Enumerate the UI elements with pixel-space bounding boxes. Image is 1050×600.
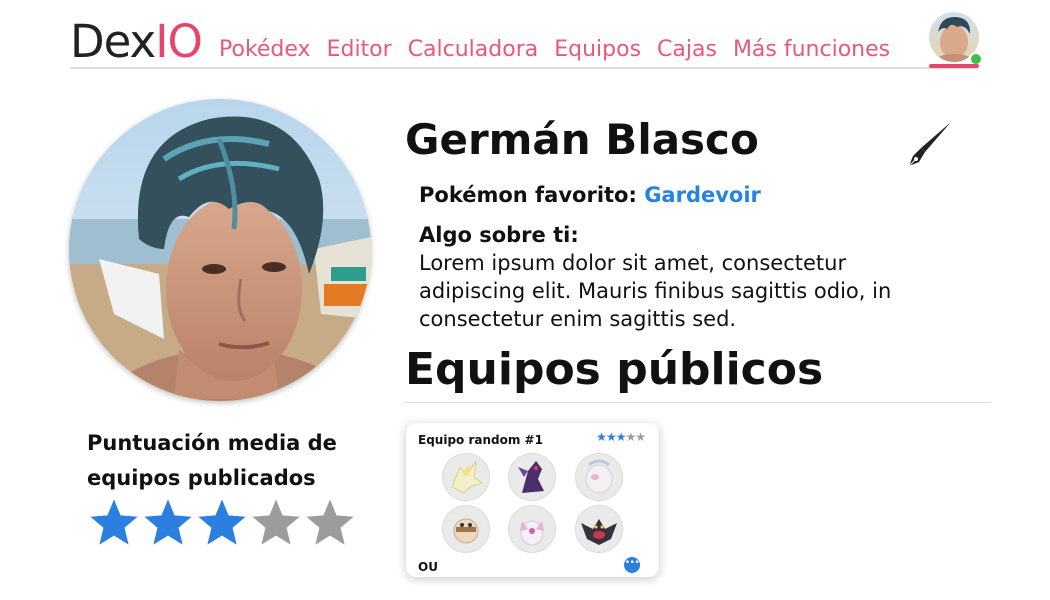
main-nav: Pokédex Editor Calculadora Equipos Cajas… — [219, 36, 906, 64]
team-pokemon-slot[interactable] — [575, 505, 623, 553]
team-card[interactable]: Equipo random #1 ★★★★★ OU ••• — [406, 423, 659, 577]
team-pokemon-slot[interactable] — [508, 453, 556, 501]
star-empty-icon: ★ — [635, 430, 646, 444]
dark-pokemon-icon — [581, 519, 617, 545]
electric-cat-icon — [451, 460, 484, 494]
purple-dragon-icon — [518, 461, 544, 493]
active-indicator — [929, 64, 979, 68]
pen-icon — [908, 122, 951, 167]
fighting-pokemon-icon — [453, 518, 479, 544]
star-filled-icon — [198, 499, 246, 545]
team-tier: OU — [418, 560, 438, 574]
teams-divider — [405, 402, 991, 403]
star-empty-icon — [306, 499, 354, 545]
rating-stars — [87, 496, 357, 550]
favorite-pokemon-link[interactable]: Gardevoir — [644, 183, 761, 207]
app-logo[interactable]: DexIO — [70, 14, 203, 70]
about-text: Lorem ipsum dolor sit amet, consectetur … — [419, 251, 892, 331]
team-pokemon-slot[interactable] — [442, 453, 490, 501]
team-pokemon-slot[interactable] — [575, 453, 623, 501]
nav-editor[interactable]: Editor — [327, 36, 392, 64]
star-filled-icon: ★ — [605, 430, 617, 444]
team-pokemon-slot[interactable] — [508, 505, 556, 553]
about-title: Algo sobre ti: — [419, 223, 579, 247]
team-rating: ★★★★★ — [596, 429, 646, 445]
favorite-pokemon: Pokémon favorito: Gardevoir — [419, 180, 761, 210]
nav-mas-funciones[interactable]: Más funciones — [733, 36, 890, 64]
star-filled-icon: ★ — [596, 430, 607, 444]
nav-cajas[interactable]: Cajas — [657, 36, 717, 64]
star-filled-icon — [90, 499, 138, 545]
team-options-button[interactable]: ••• — [624, 557, 640, 573]
star-filled-icon: ★ — [615, 430, 627, 444]
team-name: Equipo random #1 — [418, 433, 543, 447]
profile-photo-image — [69, 99, 371, 401]
profile-name: Germán Blasco — [405, 115, 759, 164]
star-empty-icon — [252, 499, 300, 545]
logo-io: IO — [155, 15, 203, 68]
team-pokemon-slot[interactable] — [442, 505, 490, 553]
nav-divider — [70, 67, 978, 69]
public-teams-title: Equipos públicos — [405, 344, 824, 395]
star-empty-icon: ★ — [625, 430, 636, 444]
nav-pokedex[interactable]: Pokédex — [219, 36, 311, 64]
profile-photo — [69, 99, 371, 401]
star-filled-icon — [144, 499, 192, 545]
nav-calculadora[interactable]: Calculadora — [408, 36, 539, 64]
logo-dex: Dex — [70, 15, 156, 68]
fairy-pokemon-icon — [520, 520, 544, 546]
pink-pokemon-icon — [585, 459, 613, 494]
nav-equipos[interactable]: Equipos — [554, 36, 641, 64]
favorite-label: Pokémon favorito: — [419, 183, 637, 207]
edit-profile-button[interactable] — [903, 118, 957, 172]
rating-label: Puntuación media de equipos publicados — [87, 431, 337, 490]
more-icon: ••• — [624, 558, 640, 568]
